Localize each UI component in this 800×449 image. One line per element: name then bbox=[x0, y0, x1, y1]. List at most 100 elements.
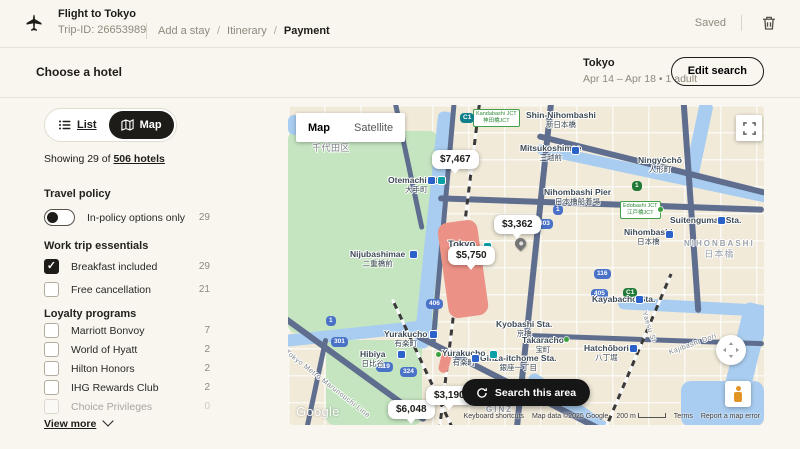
hilton-label: Hilton Honors bbox=[71, 363, 204, 375]
hilton-checkbox[interactable] bbox=[44, 361, 59, 376]
map-label-nihombashi-district: NIHONBASHI日本橋 bbox=[684, 239, 755, 259]
in-policy-count: 29 bbox=[199, 212, 210, 223]
station-icon bbox=[428, 177, 435, 184]
sub-header: Choose a hotel Tokyo Apr 14 – Apr 18 • 1… bbox=[0, 47, 800, 98]
breadcrumb-itinerary[interactable]: Itinerary bbox=[227, 25, 267, 37]
fullscreen-icon bbox=[743, 122, 756, 135]
chevron-down-icon bbox=[103, 415, 114, 426]
list-view-button[interactable]: List bbox=[47, 111, 109, 139]
hyatt-label: World of Hyatt bbox=[71, 344, 204, 356]
breadcrumb-payment[interactable]: Payment bbox=[284, 25, 330, 37]
travel-policy-title: Travel policy bbox=[44, 188, 111, 200]
station-icon bbox=[666, 231, 673, 238]
filter-row-breakfast: ✓ Breakfast included 29 bbox=[44, 258, 210, 275]
view-more-link[interactable]: View more bbox=[44, 417, 112, 430]
breadcrumb-separator: / bbox=[217, 25, 220, 37]
top-header: Flight to Tokyo Trip-ID: 26653989 Add a … bbox=[0, 0, 800, 48]
map-canvas[interactable]: Kandabashi JCT神田橋JCT Edobashi JCT江戸橋JCT … bbox=[288, 105, 764, 425]
in-policy-toggle[interactable] bbox=[44, 209, 75, 226]
map-label-yurakucho-1: Yurakucho有楽町 bbox=[384, 329, 427, 348]
refresh-icon bbox=[476, 387, 488, 399]
cancellation-count: 21 bbox=[199, 284, 210, 295]
map-label-suitengumae: Suitengumae Sta. bbox=[670, 215, 741, 225]
toggle-knob bbox=[47, 212, 58, 223]
station-icon bbox=[398, 351, 405, 358]
hotel-count-link[interactable]: 506 hotels bbox=[113, 153, 164, 165]
breakfast-checkbox[interactable]: ✓ bbox=[44, 259, 59, 274]
park-imperial-palace bbox=[288, 131, 438, 333]
hyatt-checkbox[interactable] bbox=[44, 342, 59, 357]
marriott-count: 7 bbox=[204, 325, 210, 336]
pan-control[interactable] bbox=[716, 335, 746, 365]
route-shield: 324 bbox=[400, 367, 417, 377]
breadcrumb: Add a stay/Itinerary/Payment bbox=[158, 25, 330, 37]
map-label-kayabacho: Kayabacho Sta. bbox=[592, 294, 655, 304]
route-shield: 301 bbox=[331, 337, 348, 347]
map-label-shin-nihombashi: Shin-Nihombashi新日本橋 bbox=[526, 110, 596, 129]
map-type-control: Map Satellite bbox=[296, 113, 405, 142]
hotel-price-marker[interactable]: $5,750 bbox=[448, 246, 495, 265]
airplane-icon bbox=[24, 13, 44, 33]
choice-label: Choice Privileges bbox=[71, 401, 204, 413]
marriott-checkbox[interactable] bbox=[44, 323, 59, 338]
breadcrumb-add-a-stay[interactable]: Add a stay bbox=[158, 25, 210, 37]
scale-label: 200 m bbox=[616, 413, 665, 420]
breakfast-count: 29 bbox=[199, 261, 210, 272]
map-label-jct: Edobashi JCT江戸橋JCT bbox=[620, 201, 661, 219]
search-this-area-label: Search this area bbox=[495, 387, 576, 399]
trip-id: Trip-ID: 26653989 bbox=[58, 24, 146, 36]
map-label-hibiya: Hibiya日比谷 bbox=[360, 349, 386, 368]
route-shield: 1 bbox=[553, 205, 563, 215]
pegman-control[interactable] bbox=[725, 381, 751, 407]
tree-icon bbox=[436, 352, 441, 357]
station-icon bbox=[438, 177, 445, 184]
tree-icon bbox=[564, 337, 569, 342]
loyalty-title: Loyalty programs bbox=[44, 308, 136, 320]
station-icon bbox=[630, 345, 637, 352]
station-icon bbox=[636, 296, 643, 303]
map-data-label: Map data ©2025 Google bbox=[532, 413, 608, 420]
divider bbox=[741, 15, 742, 31]
route-shield: 1 bbox=[632, 181, 642, 191]
pan-arrows-icon bbox=[722, 341, 740, 359]
terms-link[interactable]: Terms bbox=[674, 413, 693, 420]
report-map-error-link[interactable]: Report a map error bbox=[701, 413, 760, 420]
route-shield: C1 bbox=[460, 113, 474, 123]
in-policy-label: In-policy options only bbox=[87, 212, 199, 224]
trip-title: Flight to Tokyo bbox=[58, 8, 136, 20]
map-view-label: Map bbox=[140, 119, 162, 131]
list-view-label: List bbox=[77, 119, 97, 131]
filter-row-cancellation: Free cancellation 21 bbox=[44, 281, 210, 298]
page-title: Choose a hotel bbox=[36, 65, 122, 79]
station-icon bbox=[472, 355, 479, 362]
station-icon bbox=[718, 217, 725, 224]
view-toggle: List Map bbox=[44, 108, 177, 142]
map-label-jct: Kandabashi JCT神田橋JCT bbox=[473, 109, 520, 127]
cancellation-checkbox[interactable] bbox=[44, 282, 59, 297]
map-label-hatchobori: Hatchōbori八丁堀 bbox=[584, 343, 629, 362]
map-label-ningyocho: Ningyōchō人形町 bbox=[638, 155, 682, 174]
ihg-checkbox[interactable] bbox=[44, 380, 59, 395]
saved-status: Saved bbox=[695, 17, 726, 29]
route-shield: 406 bbox=[426, 299, 443, 309]
hyatt-count: 2 bbox=[204, 344, 210, 355]
edit-search-button[interactable]: Edit search bbox=[671, 57, 764, 86]
map-view-button[interactable]: Map bbox=[109, 111, 174, 139]
map-icon bbox=[121, 119, 134, 131]
route-shield: 116 bbox=[594, 269, 611, 279]
map-type-map-button[interactable]: Map bbox=[296, 122, 342, 134]
tokyo-station-highlight bbox=[437, 219, 490, 320]
hilton-count: 2 bbox=[204, 363, 210, 374]
choice-checkbox bbox=[44, 399, 59, 414]
trash-icon[interactable] bbox=[760, 14, 778, 32]
view-more-label: View more bbox=[44, 418, 96, 430]
map-type-satellite-button[interactable]: Satellite bbox=[342, 122, 405, 134]
search-this-area-button[interactable]: Search this area bbox=[462, 379, 590, 406]
filter-row-choice: Choice Privileges 0 bbox=[44, 398, 210, 415]
keyboard-shortcuts-link[interactable]: Keyboard shortcuts bbox=[464, 413, 524, 420]
marriott-label: Marriott Bonvoy bbox=[71, 325, 204, 337]
google-logo: Google bbox=[296, 404, 340, 419]
hotel-price-marker[interactable]: $7,467 bbox=[432, 150, 479, 169]
fullscreen-button[interactable] bbox=[736, 115, 762, 141]
hotel-price-marker[interactable]: $3,362 bbox=[494, 215, 541, 234]
